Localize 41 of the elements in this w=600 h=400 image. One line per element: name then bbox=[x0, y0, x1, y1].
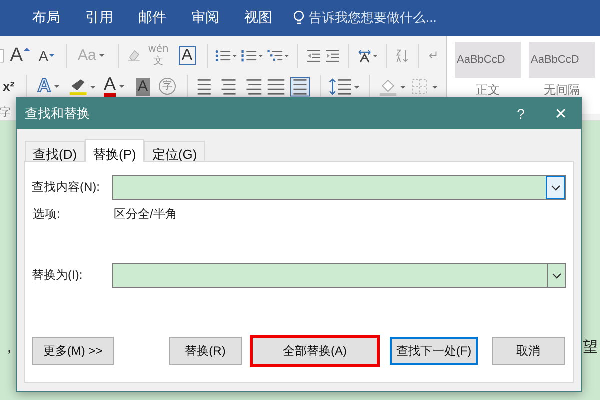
dialog-button[interactable]: 替换(R) bbox=[169, 337, 242, 365]
document-text: 望 bbox=[583, 338, 598, 357]
style-name: 无间隔 bbox=[544, 82, 580, 99]
chevron-down-icon[interactable] bbox=[550, 184, 560, 190]
close-button[interactable]: ✕ bbox=[541, 104, 581, 124]
ribbon-tab[interactable]: 审阅 bbox=[179, 9, 232, 27]
document-text: ， bbox=[2, 338, 17, 357]
dialog-button[interactable]: 更多(M) >> bbox=[32, 337, 114, 365]
ribbon-tab[interactable]: 视图 bbox=[232, 9, 285, 27]
distributed-icon[interactable] bbox=[290, 76, 312, 98]
dialog-button[interactable]: 查找下一处(F) bbox=[390, 337, 478, 365]
ribbon-tab[interactable]: 布局 bbox=[20, 9, 73, 27]
field-label: 选项: bbox=[32, 206, 62, 223]
dialog-tab[interactable]: 查找(D) bbox=[25, 141, 86, 161]
combo-box[interactable] bbox=[112, 175, 566, 200]
tell-me-box[interactable]: 告诉我您想要做什么... bbox=[309, 9, 437, 27]
line-spacing-icon[interactable] bbox=[328, 76, 361, 98]
dialog-tab[interactable]: 定位(G) bbox=[144, 141, 206, 161]
ribbon-tab[interactable]: 邮件 bbox=[126, 9, 179, 27]
field-label: 查找内容(N): bbox=[32, 179, 101, 196]
dialog-button[interactable]: 取消 bbox=[492, 337, 565, 365]
arrow-up-icon bbox=[24, 48, 30, 50]
arrow-down-icon bbox=[49, 54, 56, 57]
ribbon-tab[interactable]: 引用 bbox=[73, 9, 126, 27]
dialog-tab[interactable]: 替换(P) bbox=[85, 139, 144, 162]
dialog-title: 查找和替换 bbox=[25, 104, 91, 122]
style-preview[interactable]: AaBbCcD bbox=[455, 42, 521, 78]
character-shading-button[interactable]: A bbox=[136, 78, 150, 96]
lightbulb-icon[interactable] bbox=[293, 10, 305, 26]
grow-font-button[interactable]: A bbox=[10, 44, 30, 66]
group-label: 字 bbox=[0, 106, 11, 120]
style-preview[interactable]: AaBbCcD bbox=[529, 42, 595, 78]
help-button[interactable]: ? bbox=[501, 104, 541, 122]
character-border-button[interactable]: A bbox=[178, 46, 196, 65]
shrink-font-button[interactable]: A bbox=[38, 48, 56, 64]
field-label: 替换为(I): bbox=[32, 267, 84, 284]
options-value: 区分全/半角 bbox=[113, 206, 178, 223]
style-name: 正文 bbox=[476, 82, 500, 99]
dialog-button[interactable]: 全部替换(A) bbox=[252, 337, 378, 365]
chevron-down-icon[interactable] bbox=[552, 272, 562, 278]
superscript-button[interactable]: x² bbox=[3, 79, 15, 94]
